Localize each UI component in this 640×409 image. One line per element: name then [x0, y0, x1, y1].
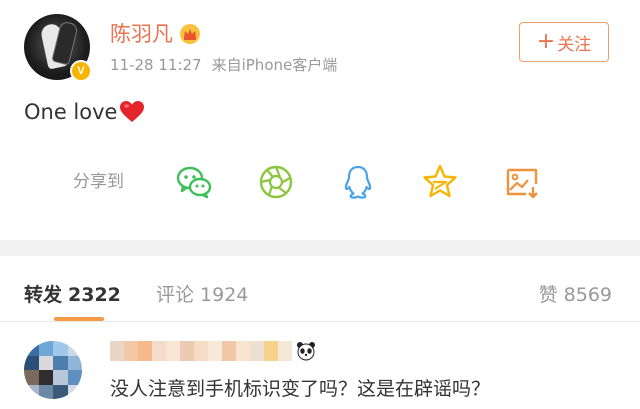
author-name-text: 陈羽凡	[110, 22, 173, 46]
post-meta: 11-28 11:27 来自iPhone客户端	[110, 55, 337, 75]
post-source: 来自iPhone客户端	[211, 56, 338, 74]
share-label: 分享到	[73, 172, 124, 192]
post-text: One love	[24, 100, 118, 124]
tab-repost[interactable]: 转发 2322	[24, 282, 121, 308]
crown-icon	[180, 24, 200, 44]
follow-button[interactable]: + 关注	[519, 22, 609, 62]
panda-emoji-icon	[297, 342, 315, 361]
follow-label: 关注	[557, 34, 592, 55]
comment-text: 没人注意到手机标识变了吗？这是在辟谣吗？	[110, 378, 491, 400]
heart-emoji-icon	[120, 101, 145, 122]
verified-badge-icon: V	[70, 60, 92, 82]
author-name[interactable]: 陈羽凡	[110, 20, 201, 48]
plus-icon: +	[536, 29, 556, 54]
tab-repost-count: 2322	[68, 284, 121, 306]
wechat-icon[interactable]	[174, 162, 214, 202]
tabs-divider	[0, 321, 640, 322]
qzone-icon[interactable]	[420, 162, 460, 202]
interaction-tabs: 转发 2322 评论 1924 赞 8569	[0, 256, 640, 322]
moments-icon[interactable]	[256, 162, 296, 202]
weibo-post: V 陈羽凡 11-28 11:27 来自iPhone客户端 + 关注 One lov…	[0, 0, 640, 240]
section-divider	[0, 240, 640, 256]
commenter-name-pixelated[interactable]	[110, 341, 316, 361]
tab-like[interactable]: 赞 8569	[539, 282, 612, 308]
tab-comment[interactable]: 评论 1924	[156, 282, 248, 308]
tab-comment-label: 评论	[156, 284, 195, 306]
post-timestamp: 11-28 11:27	[110, 56, 202, 74]
tab-repost-label: 转发	[24, 284, 63, 306]
qq-icon[interactable]	[338, 162, 378, 202]
save-image-icon[interactable]	[502, 162, 542, 202]
repost-item[interactable]: 没人注意到手机标识变了吗？这是在辟谣吗？	[0, 323, 640, 409]
tab-like-count: 8569	[563, 284, 612, 306]
commenter-avatar[interactable]	[24, 341, 82, 399]
post-content: One love	[24, 96, 145, 128]
tab-like-label: 赞	[538, 284, 558, 306]
tab-comment-count: 1924	[200, 284, 249, 306]
